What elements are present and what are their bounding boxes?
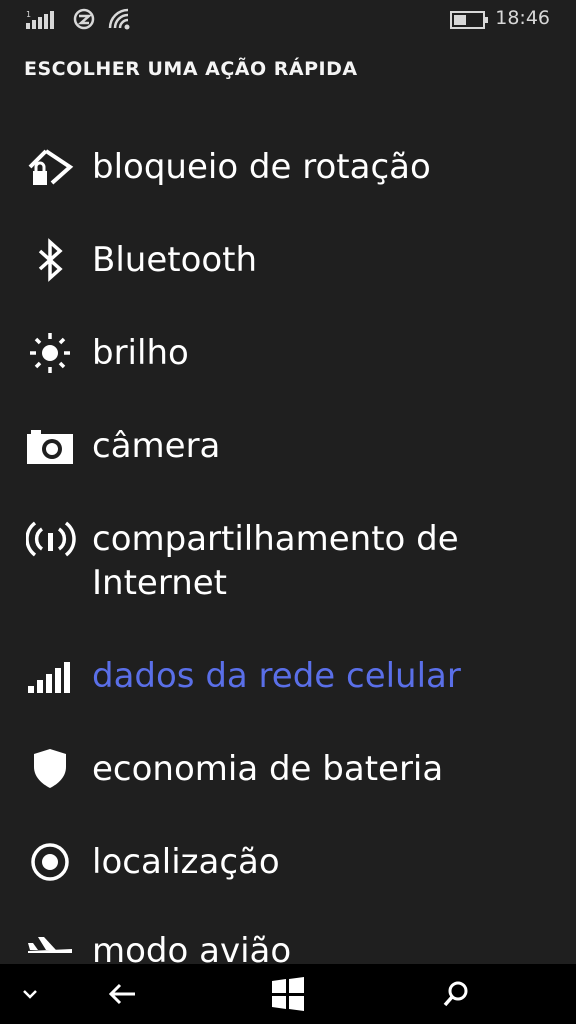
back-arrow-icon bbox=[108, 983, 135, 1005]
wifi-icon bbox=[108, 8, 130, 30]
search-button[interactable] bbox=[426, 964, 486, 1024]
data-connection-icon bbox=[73, 8, 95, 30]
action-label: Bluetooth bbox=[92, 240, 258, 280]
cellular-data-icon bbox=[26, 654, 76, 698]
battery-icon bbox=[450, 11, 488, 29]
rotation-lock-icon bbox=[26, 145, 76, 189]
windows-start-icon bbox=[272, 977, 304, 1011]
location-icon bbox=[26, 840, 76, 884]
cellular-signal-icon: 1 bbox=[26, 10, 54, 29]
action-label: dados da rede celular bbox=[92, 656, 461, 696]
action-label: economia de bateria bbox=[92, 749, 444, 789]
battery-saver-icon bbox=[26, 747, 76, 791]
navigation-bar bbox=[0, 964, 576, 1024]
action-label: brilho bbox=[92, 333, 189, 373]
camera-icon bbox=[26, 424, 76, 468]
search-icon bbox=[443, 981, 468, 1007]
chevron-down-icon bbox=[23, 990, 37, 999]
hotspot-icon bbox=[26, 517, 76, 561]
back-button[interactable] bbox=[92, 964, 152, 1024]
page-title: ESCOLHER UMA AÇÃO RÁPIDA bbox=[24, 58, 358, 80]
brightness-icon bbox=[26, 331, 76, 375]
status-bar: 1 18:46 bbox=[0, 0, 576, 40]
action-label: câmera bbox=[92, 426, 221, 466]
svg-text:1: 1 bbox=[26, 10, 31, 19]
action-label: compartilhamento de Internet bbox=[92, 519, 459, 603]
clock: 18:46 bbox=[495, 7, 550, 29]
expand-nav-button[interactable] bbox=[10, 964, 50, 1024]
bluetooth-icon bbox=[26, 238, 76, 282]
action-label: localização bbox=[92, 842, 280, 882]
action-label: bloqueio de rotação bbox=[92, 147, 431, 187]
start-button[interactable] bbox=[258, 964, 318, 1024]
